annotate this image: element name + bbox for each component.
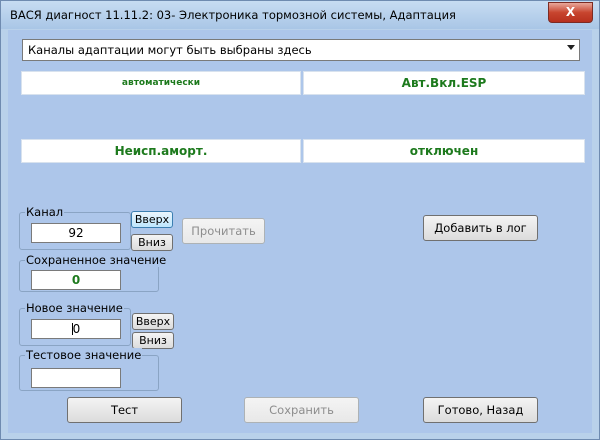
save-button[interactable]: Сохранить [244, 397, 359, 423]
window-title: ВАСЯ диагност 11.11.2: 03- Электроника т… [10, 8, 456, 22]
add-to-log-button[interactable]: Добавить в лог [423, 215, 538, 241]
channel-up-button[interactable]: Вверх [131, 211, 173, 228]
value-box-1-left: автоматически [21, 71, 301, 95]
value-box-1-right: Авт.Вкл.ESP [303, 71, 585, 95]
new-value-text: 0 [72, 322, 81, 336]
value-box-2-left: Неисп.аморт. [21, 139, 301, 163]
channel-down-button[interactable]: Вниз [131, 234, 173, 251]
test-value-label: Тестовое значение [25, 348, 143, 362]
value-box-2-right: отключен [303, 139, 585, 163]
test-button[interactable]: Тест [67, 397, 182, 423]
new-value-label: Новое значение [25, 301, 124, 315]
done-back-button[interactable]: Готово, Назад [423, 397, 538, 423]
client-area: Каналы адаптации могут быть выбраны здес… [8, 30, 592, 433]
new-value-up-button[interactable]: Вверх [132, 313, 174, 330]
close-icon: X [565, 5, 576, 19]
saved-value-label: Сохраненное значение [25, 253, 168, 267]
channel-select-dropdown[interactable]: Каналы адаптации могут быть выбраны здес… [22, 39, 580, 61]
close-button[interactable]: X [548, 2, 593, 23]
dropdown-selected-text: Каналы адаптации могут быть выбраны здес… [28, 43, 312, 57]
adaptation-window: ВАСЯ диагност 11.11.2: 03- Электроника т… [0, 0, 600, 440]
chevron-down-icon [567, 45, 575, 50]
channel-input[interactable]: 92 [31, 223, 121, 243]
title-bar: ВАСЯ диагност 11.11.2: 03- Электроника т… [1, 1, 599, 29]
test-value-input[interactable] [31, 368, 121, 388]
channel-label: Канал [25, 205, 65, 219]
new-value-down-button[interactable]: Вниз [132, 332, 174, 349]
new-value-input[interactable]: 0 [31, 319, 121, 339]
read-button[interactable]: Прочитать [182, 218, 265, 244]
saved-value-display: 0 [31, 270, 121, 290]
